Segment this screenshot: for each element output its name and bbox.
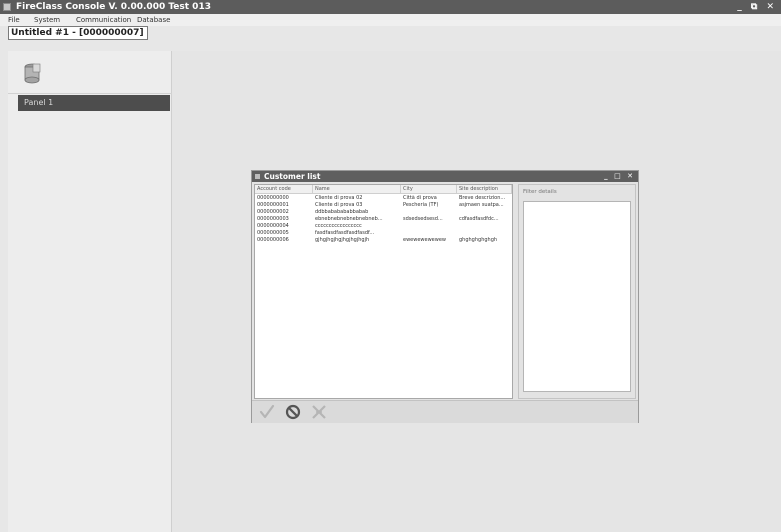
customer-list-toolbar — [252, 400, 638, 423]
customer-list-title: Customer list — [264, 172, 321, 181]
filter-box[interactable] — [523, 201, 631, 392]
child-window-controls[interactable]: _ □ ✕ — [604, 171, 635, 182]
cell-city: Pescheria (TF) — [403, 202, 439, 208]
cell-name: fasdfasdfasdfasdfasdf... — [315, 230, 375, 236]
cell-city — [401, 223, 457, 229]
panel-item[interactable]: Panel 1 — [18, 95, 170, 111]
cell-site-description — [457, 230, 512, 236]
cell-site-description: cdfasdfasdfdc... — [459, 216, 499, 222]
cell-account-code: 0000000000 — [257, 195, 289, 201]
checkmark-icon[interactable] — [258, 403, 276, 421]
cell-name: Cliente di prova 03 — [315, 202, 363, 208]
table-row[interactable]: 0000000000 Cliente di prova 02 Città di pr… — [255, 195, 512, 201]
col-site-description[interactable]: Site description — [457, 185, 512, 193]
table-row[interactable]: 0000000002 ddbbababababbabab — [255, 209, 512, 215]
filter-panel: Filter details — [518, 184, 636, 399]
menu-file[interactable]: File — [8, 14, 20, 26]
cell-site-description: asjmaen suatpa... — [459, 202, 504, 208]
filter-label: Filter details — [523, 189, 557, 195]
cell-account-code: 0000000001 — [257, 202, 289, 208]
col-name[interactable]: Name — [313, 185, 401, 193]
cell-account-code: 0000000005 — [257, 230, 289, 236]
cell-site-description — [457, 223, 512, 229]
cell-site-description — [457, 209, 512, 215]
app-icon — [3, 3, 11, 11]
customer-grid[interactable]: Account code Name City Site description … — [254, 184, 513, 399]
cell-city — [401, 230, 457, 236]
menubar: File System Communication Database — [0, 14, 781, 26]
table-row[interactable]: 0000000006 gjhgjhgjhgjhgjhgjhgjh ewewewewe… — [255, 237, 512, 243]
col-account-code[interactable]: Account code — [255, 185, 313, 193]
cell-name: ddbbababababbabab — [315, 209, 369, 215]
table-row[interactable]: 0000000005 fasdfasdfasdfasdfasdf... — [255, 230, 512, 236]
cell-city: ewewewewewew — [403, 237, 446, 243]
customer-list-titlebar[interactable]: Customer list _ □ ✕ — [252, 171, 638, 182]
window-icon — [255, 174, 260, 179]
cell-site-description: ghghghghghgh — [459, 237, 498, 243]
database-icon[interactable] — [22, 63, 42, 85]
cell-account-code: 0000000004 — [257, 223, 289, 229]
menu-database[interactable]: Database — [137, 14, 170, 26]
customer-list-window: Customer list _ □ ✕ Account code Name Ci… — [251, 170, 639, 423]
cell-city: sdsedsedsesd... — [403, 216, 443, 222]
table-row[interactable]: 0000000001 Cliente di prova 03 Pescheria (… — [255, 202, 512, 208]
window-controls[interactable]: _ ⧉ ✕ — [737, 0, 777, 14]
cell-site-description: Breve descrizion... — [459, 195, 506, 201]
col-city[interactable]: City — [401, 185, 457, 193]
menu-system[interactable]: System — [34, 14, 60, 26]
cell-city: Città di prova — [403, 195, 437, 201]
grid-header: Account code Name City Site description — [255, 185, 512, 194]
table-row[interactable]: 0000000003 ebnebnebnebnebnebneb... sdsedse… — [255, 216, 512, 222]
disconnect-icon[interactable] — [310, 403, 328, 421]
cell-account-code: 0000000002 — [257, 209, 289, 215]
cell-name: ccccccccccccccccc — [315, 223, 362, 229]
app-titlebar[interactable]: FireClass Console V. 0.00.000 Test 013 _… — [0, 0, 781, 14]
left-toolbar — [8, 57, 172, 94]
left-pane: Panel 1 — [8, 51, 172, 532]
app-title: FireClass Console V. 0.00.000 Test 013 — [16, 2, 211, 12]
menu-communication[interactable]: Communication — [76, 14, 131, 26]
document-tab[interactable]: Untitled #1 - [000000007] — [8, 26, 148, 40]
cell-name: ebnebnebnebnebnebneb... — [315, 216, 383, 222]
cell-account-code: 0000000006 — [257, 237, 289, 243]
cell-city — [401, 209, 457, 215]
cancel-icon[interactable] — [284, 403, 302, 421]
table-row[interactable]: 0000000004 ccccccccccccccccc — [255, 223, 512, 229]
cell-name: gjhgjhgjhgjhgjhgjhgjh — [315, 237, 370, 243]
cell-name: Cliente di prova 02 — [315, 195, 363, 201]
cell-account-code: 0000000003 — [257, 216, 289, 222]
